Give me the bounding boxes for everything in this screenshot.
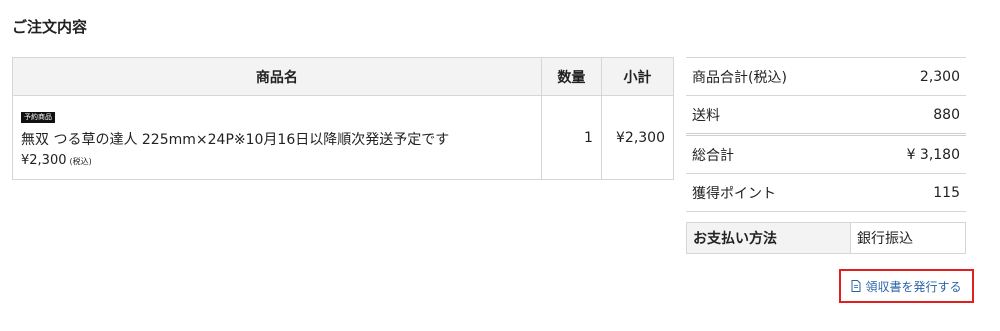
page-title: ご注文内容 (12, 18, 88, 36)
quantity-cell: 1 (540, 95, 602, 180)
summary-row-product-total: 商品合計(税込) 2,300 (686, 57, 966, 96)
header-product-name: 商品名 (12, 57, 542, 96)
product-price: ¥2,300 (21, 153, 67, 168)
payment-method-label: お支払い方法 (686, 222, 851, 254)
order-summary-table: 商品合計(税込) 2,300 送料 880 総合計 ¥ 3,180 獲得ポイント… (686, 57, 966, 212)
summary-label: 送料 (686, 95, 860, 135)
header-subtotal: 小計 (600, 57, 675, 96)
summary-label: 総合計 (686, 133, 860, 174)
summary-row-points: 獲得ポイント 115 (686, 173, 966, 212)
summary-row-shipping: 送料 880 (686, 95, 966, 135)
summary-label: 商品合計(税込) (686, 57, 860, 96)
order-items-table: 商品名 数量 小計 予約商品 無双 つる草の達人 225mm×24P※10月16… (12, 57, 675, 180)
product-cell: 予約商品 無双 つる草の達人 225mm×24P※10月16日以降順次発送予定で… (12, 95, 542, 180)
summary-value: 115 (859, 173, 966, 212)
product-price-wrap: ¥2,300 (税込) (21, 153, 92, 168)
summary-value: ¥ 3,180 (859, 133, 966, 174)
payment-row: お支払い方法 銀行振込 (686, 222, 966, 254)
payment-method-value: 銀行振込 (850, 222, 966, 254)
issue-receipt-label: 領収書を発行する (865, 279, 962, 294)
summary-row-grand-total: 総合計 ¥ 3,180 (686, 133, 966, 174)
summary-value: 2,300 (859, 57, 966, 96)
tax-note: (税込) (69, 157, 92, 166)
document-icon (851, 280, 861, 292)
summary-value: 880 (859, 95, 966, 135)
summary-label: 獲得ポイント (686, 173, 860, 212)
issue-receipt-link[interactable]: 領収書を発行する (839, 269, 974, 303)
subtotal-cell: ¥2,300 (600, 95, 675, 180)
product-name: 無双 つる草の達人 225mm×24P※10月16日以降順次発送予定です (21, 132, 450, 148)
preorder-badge: 予約商品 (21, 112, 55, 123)
header-quantity: 数量 (540, 57, 602, 96)
table-header-row: 商品名 数量 小計 (12, 57, 675, 96)
table-row: 予約商品 無双 つる草の達人 225mm×24P※10月16日以降順次発送予定で… (12, 95, 675, 180)
payment-method-table: お支払い方法 銀行振込 (686, 222, 966, 254)
